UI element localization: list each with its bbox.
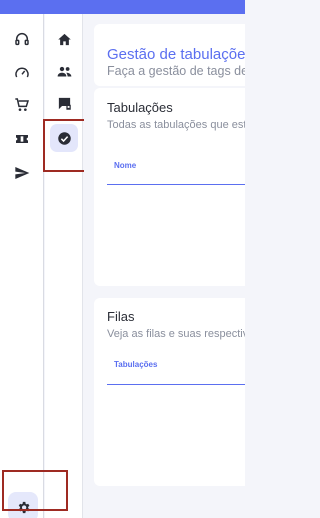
filas-card: Filas Veja as filas e suas respectiv Tab… (94, 298, 245, 486)
secondary-sidebar (45, 14, 83, 518)
top-bar (0, 0, 245, 14)
column-header-underline (107, 184, 245, 185)
home-icon[interactable] (55, 30, 73, 48)
people-icon[interactable] (55, 62, 73, 80)
speedometer-icon[interactable] (13, 64, 31, 82)
primary-sidebar (0, 14, 44, 518)
settings-button[interactable] (8, 492, 38, 518)
cart-icon[interactable] (13, 96, 31, 114)
filas-subtitle: Veja as filas e suas respectiv (107, 328, 245, 340)
filas-title: Filas (107, 309, 135, 324)
ticket-icon[interactable] (13, 130, 31, 148)
headset-icon[interactable] (13, 30, 31, 48)
page-title: Gestão de tabulações (107, 46, 245, 63)
tabulacoes-subtitle: Todas as tabulações que est (107, 119, 245, 131)
tabulacoes-card: Tabulações Todas as tabulações que est N… (94, 88, 245, 286)
column-header-nome[interactable]: Nome (114, 161, 136, 170)
column-header-tabulacoes[interactable]: Tabulações (114, 360, 157, 369)
chat-flag-icon[interactable] (55, 94, 73, 112)
tabulacoes-nav-button[interactable] (50, 124, 78, 152)
app-window: Gestão de tabulações Faça a gestão de ta… (0, 0, 245, 518)
send-icon[interactable] (13, 164, 31, 182)
settings-icon (18, 501, 30, 513)
column-header-underline-2 (107, 384, 245, 385)
header-card: Gestão de tabulações Faça a gestão de ta… (94, 24, 245, 86)
page-subtitle: Faça a gestão de tags de (107, 64, 245, 78)
check-circle-icon (57, 131, 71, 145)
tabulacoes-title: Tabulações (107, 100, 173, 115)
